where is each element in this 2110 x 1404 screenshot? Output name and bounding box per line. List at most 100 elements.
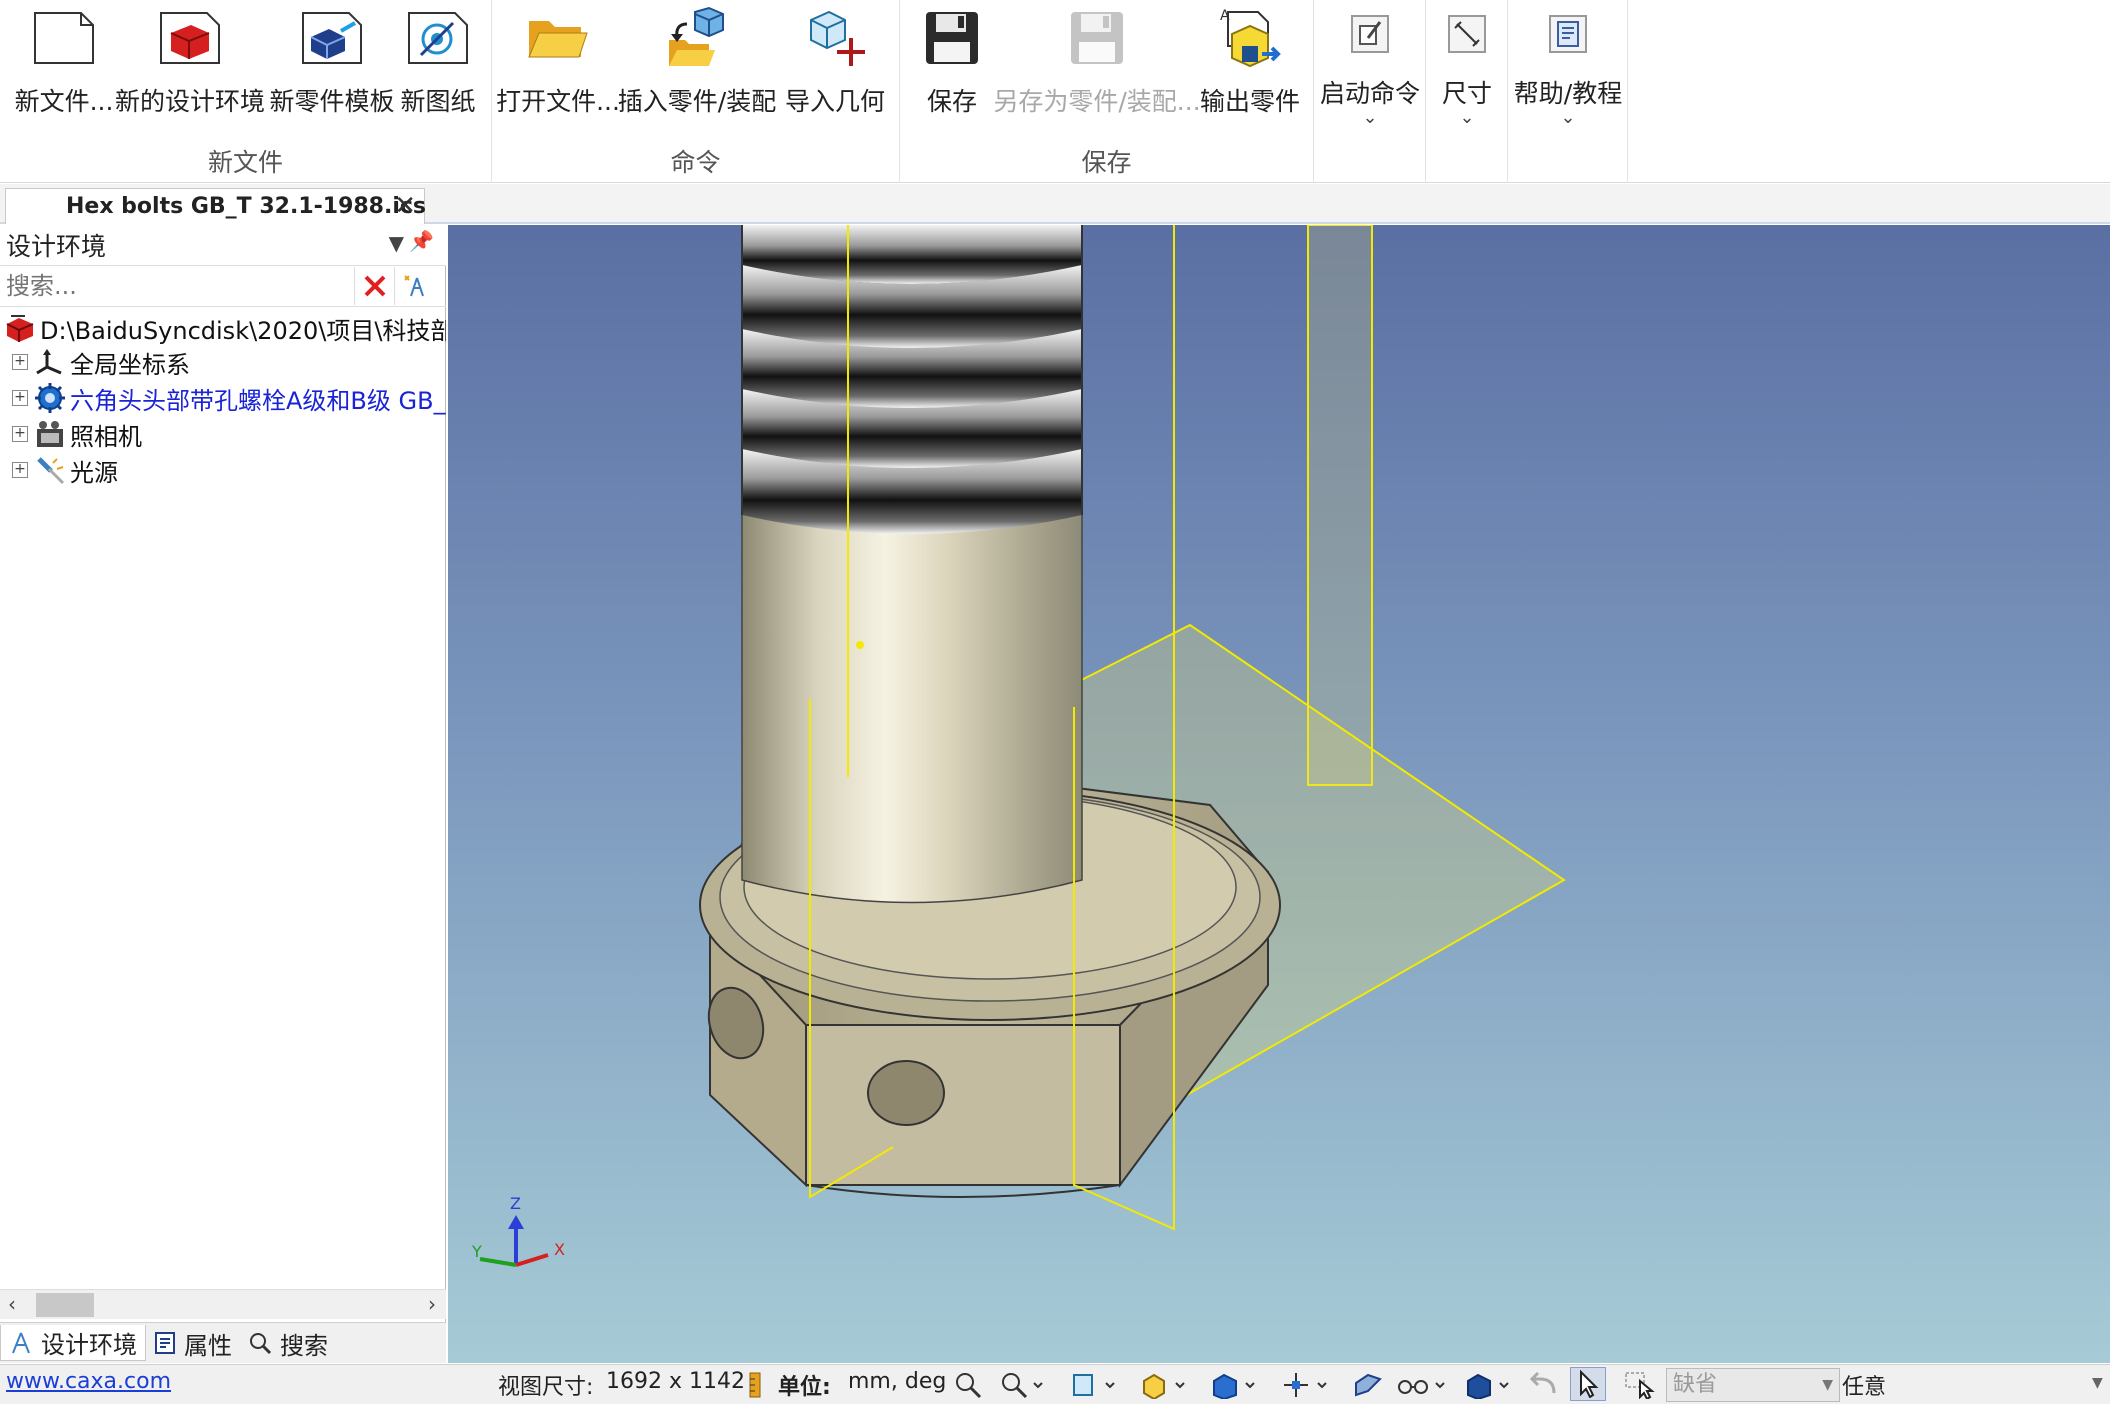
render-mode-icon[interactable] — [1140, 1371, 1186, 1399]
chevron-down-icon: ▼ — [1822, 1377, 1833, 1393]
cross-hole-front — [867, 1060, 945, 1126]
view-size-value: 1692 x 1142 — [606, 1369, 745, 1394]
selection-mode-value[interactable]: 任意 — [1842, 1369, 1886, 1401]
section-icon[interactable] — [1352, 1371, 1382, 1399]
ribbon-group-command: 打开文件... 插入零件/装配 导入几何 命令 — [492, 0, 900, 183]
filter-combobox[interactable]: 缺省 ▼ — [1666, 1368, 1840, 1402]
gear-part-icon — [34, 382, 66, 414]
tree-icon — [9, 1331, 33, 1355]
tab-label: 搜索 — [280, 1331, 328, 1360]
import-geometry-button[interactable]: 导入几何 — [782, 6, 888, 124]
move-icon[interactable] — [1282, 1371, 1328, 1399]
hex-head-face-front — [805, 1024, 1121, 1186]
panel-header: 设计环境 ▼ 📌 — [0, 225, 446, 265]
tree-item-root[interactable]: D:\BaiduSyncdisk\2020\项目\科技部 — [4, 311, 446, 345]
expand-icon[interactable]: + — [12, 354, 28, 370]
ribbon-group-start-command: 启动命令 ⌄ — [1314, 0, 1426, 183]
search-options-icon[interactable] — [394, 267, 434, 305]
chevron-down-icon: ⌄ — [1560, 107, 1576, 128]
document-tab-title: Hex bolts GB_T 32.1-1988.ics — [66, 194, 427, 219]
new-design-environment-button[interactable]: 新的设计环境 — [115, 6, 265, 124]
undo-view-icon[interactable] — [1530, 1371, 1560, 1399]
open-file-button[interactable]: 打开文件... — [496, 6, 620, 124]
shaded-cube-icon[interactable] — [1464, 1371, 1510, 1399]
new-part-template-button[interactable]: 新零件模板 — [268, 6, 396, 124]
scroll-left-icon[interactable]: ‹ — [8, 1292, 16, 1316]
save-icon — [920, 6, 984, 70]
group-title-save: 保存 — [1081, 148, 1132, 177]
select-box-icon[interactable] — [1624, 1371, 1658, 1399]
anchor-point[interactable] — [856, 641, 864, 649]
scene-canvas[interactable]: Z Y X — [448, 225, 2110, 1363]
expand-icon[interactable]: + — [12, 426, 28, 442]
zoom-fit-icon[interactable] — [954, 1371, 982, 1399]
close-icon[interactable]: ✕ — [394, 191, 416, 221]
tab-label: 设计环境 — [41, 1331, 137, 1359]
expand-icon[interactable]: + — [12, 390, 28, 406]
tab-properties[interactable]: 属性 — [146, 1325, 240, 1361]
unit-label: 单位: — [778, 1375, 831, 1400]
chevron-down-icon[interactable]: ▼ — [2092, 1375, 2103, 1391]
caxa-website-link[interactable]: www.caxa.com — [6, 1369, 171, 1394]
ribbon-group-save: 保存 另存为零件/装配... A 输出零件 保存 — [900, 0, 1314, 183]
tree-item-label: 六角头头部带孔螺栓A级和B级 GB_ — [70, 386, 446, 415]
view-orientation-icon[interactable] — [1070, 1371, 1116, 1399]
select-pointer-icon[interactable] — [1570, 1367, 1606, 1401]
reference-plane-right — [1307, 225, 1373, 786]
ribbon-group-help: 帮助/教程 ⌄ — [1508, 0, 1628, 183]
help-tutorial-button[interactable]: 帮助/教程 ⌄ — [1514, 6, 1622, 128]
tab-label: 属性 — [184, 1331, 232, 1360]
new-drawing-button[interactable]: 新图纸 — [396, 6, 480, 124]
tree-item-label: D:\BaiduSyncdisk\2020\项目\科技部 — [40, 316, 446, 345]
scrollbar-thumb[interactable] — [36, 1293, 94, 1317]
clear-search-icon[interactable] — [354, 267, 394, 305]
tree-horizontal-scrollbar[interactable]: ‹ › — [0, 1289, 446, 1319]
panel-title: 设计环境 — [6, 232, 107, 261]
pin-icon[interactable]: 📌 — [409, 229, 434, 253]
ribbon-group-dimension: 尺寸 ⌄ — [1426, 0, 1508, 183]
save-button[interactable]: 保存 — [912, 6, 992, 124]
chevron-down-icon: ⌄ — [1459, 107, 1475, 128]
help-icon — [1536, 6, 1600, 62]
document-tab[interactable]: Hex bolts GB_T 32.1-1988.ics ✕ — [5, 188, 427, 224]
document-tab-strip: Hex bolts GB_T 32.1-1988.ics ✕ — [0, 184, 2110, 224]
start-command-button[interactable]: 启动命令 ⌄ — [1318, 6, 1422, 127]
tree-search-input[interactable] — [0, 267, 354, 305]
expand-icon[interactable]: + — [12, 462, 28, 478]
glasses-icon[interactable] — [1396, 1371, 1446, 1399]
save-as-icon — [1065, 6, 1129, 70]
unit-value[interactable]: mm, deg — [848, 1369, 946, 1394]
design-tree: D:\BaiduSyncdisk\2020\项目\科技部 + 全局坐标系 + 六… — [0, 311, 446, 1311]
tree-item-global-coordinate[interactable]: + 全局坐标系 — [12, 345, 190, 379]
tree-item-light-source[interactable]: + 光源 — [12, 453, 118, 487]
insert-part-assembly-button[interactable]: 插入零件/装配 — [618, 6, 776, 124]
tree-item-label: 光源 — [70, 458, 118, 487]
view-cube-icon[interactable] — [1210, 1371, 1256, 1399]
tree-item-camera[interactable]: + 照相机 — [12, 417, 142, 451]
export-part-icon: A — [1218, 6, 1282, 70]
ribbon: 新文件... 新的设计环境 新零件模板 新图纸 新文件 打开文件... 插入零件… — [0, 0, 2110, 183]
group-title-new-file: 新文件 — [207, 148, 283, 177]
axis-label-z: Z — [510, 1194, 521, 1213]
design-environment-panel: 设计环境 ▼ 📌 D:\BaiduSyncdisk\2020\项目\科技部 + — [0, 225, 446, 1363]
dimension-button[interactable]: 尺寸 ⌄ — [1430, 6, 1504, 128]
panel-search-row — [0, 265, 446, 307]
camera-icon — [34, 418, 66, 450]
coordinate-system-icon — [34, 346, 66, 378]
zoom-icon[interactable] — [1000, 1371, 1044, 1399]
design-environment-icon — [158, 6, 222, 70]
tab-search[interactable]: 搜索 — [240, 1325, 336, 1361]
design-environment-icon — [4, 312, 36, 344]
export-part-button[interactable]: A 输出零件 — [1198, 6, 1302, 124]
tree-item-label: 照相机 — [70, 422, 142, 451]
new-file-button[interactable]: 新文件... — [14, 6, 114, 124]
tree-item-part[interactable]: + 六角头头部带孔螺栓A级和B级 GB_ — [12, 381, 446, 415]
save-as-part-assembly-button[interactable]: 另存为零件/装配... — [993, 6, 1201, 124]
tab-design-environment[interactable]: 设计环境 — [0, 1325, 146, 1361]
bolt-thread — [741, 225, 1083, 534]
import-geometry-icon — [803, 6, 867, 70]
folder-open-icon — [526, 6, 590, 70]
panel-menu-icon[interactable]: ▼ — [389, 231, 404, 255]
3d-viewport[interactable]: Z Y X — [448, 225, 2110, 1363]
scroll-right-icon[interactable]: › — [428, 1292, 436, 1316]
